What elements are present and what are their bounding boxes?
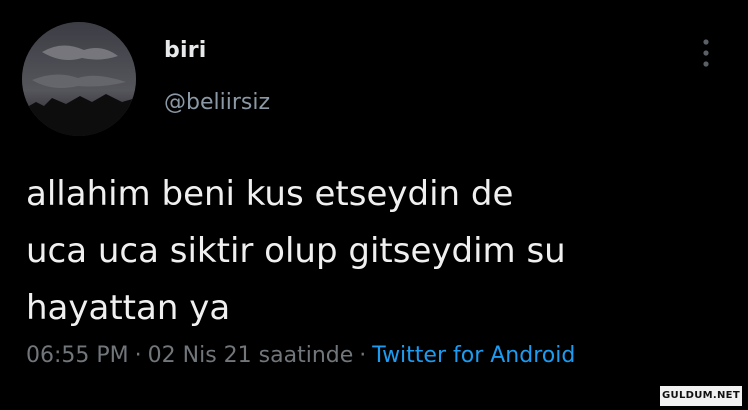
more-vertical-icon[interactable]	[696, 36, 716, 70]
display-name[interactable]: biri	[164, 38, 206, 63]
source-link[interactable]: Twitter for Android	[372, 343, 575, 368]
tweet-meta: 06:55 PM · 02 Nis 21 saatinde · Twitter for …	[26, 343, 575, 368]
avatar-image	[22, 22, 136, 136]
user-handle[interactable]: @beliirsiz	[164, 90, 270, 115]
tweet-text: allahim beni kus etseydin de uca uca sik…	[26, 174, 566, 328]
watermark-logo: GULDUM.NET	[660, 386, 742, 406]
tweet-date[interactable]: 02 Nis 21 saatinde	[148, 343, 354, 368]
meta-separator: ·	[134, 343, 142, 368]
tweet-time[interactable]: 06:55 PM	[26, 343, 129, 368]
tweet-card: biri @beliirsiz allahim beni kus etseydi…	[0, 0, 748, 410]
meta-separator-2: ·	[359, 343, 367, 368]
avatar[interactable]	[22, 22, 136, 136]
